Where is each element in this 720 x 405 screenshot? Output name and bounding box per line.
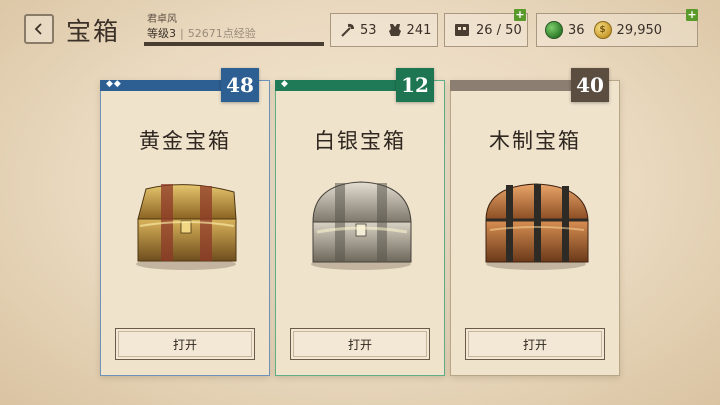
player-name: 君卓风 (147, 14, 177, 25)
gem-value: 36 (568, 22, 585, 38)
open-silver-chest-button[interactable]: 打开 (290, 328, 430, 360)
chest-title: 木制宝箱 (489, 129, 581, 153)
ore-icon (386, 21, 404, 39)
chest-count-badge: 48 (221, 68, 259, 102)
rarity-stripe (450, 80, 572, 91)
gold-chest-image (136, 184, 237, 270)
inventory-value: 26 / 50 (476, 22, 522, 38)
inventory-icon (453, 21, 471, 39)
back-button[interactable] (24, 14, 54, 44)
inventory-add-button[interactable]: + (514, 9, 526, 21)
axe-icon (339, 21, 357, 39)
chest-count-badge: 12 (396, 68, 434, 102)
chest-count-badge: 40 (571, 68, 609, 102)
gold-chest-card[interactable]: ◆◆ 48 黄金宝箱 打开 (100, 68, 270, 376)
chest-title: 白银宝箱 (314, 129, 406, 153)
currency-add-button[interactable]: + (686, 9, 698, 21)
rarity-diamonds: ◆ (281, 79, 289, 89)
gold-coin-icon: $ (593, 21, 612, 39)
ore-value: 241 (406, 22, 432, 38)
gem-icon (545, 21, 563, 39)
axe-value: 53 (360, 22, 377, 38)
currency-box[interactable]: 36 $ 29,950 (536, 13, 698, 47)
rarity-stripe (275, 80, 397, 91)
xp-text: 52671点经验 (187, 27, 256, 40)
top-bar: 宝箱 君卓风 等级3 | 52671点经验 53 241 26 / 50 + 3… (0, 0, 720, 56)
silver-chest-card[interactable]: ◆ 12 白银宝箱 打开 (275, 68, 445, 376)
rarity-diamonds: ◆◆ (106, 79, 122, 89)
chevron-left-icon (34, 23, 42, 35)
level-separator: | (180, 26, 184, 40)
page-title: 宝箱 (66, 17, 121, 46)
wooden-chest-card[interactable]: 40 木制宝箱 打开 (450, 68, 620, 376)
wooden-chest-image (485, 183, 589, 270)
open-wooden-chest-button[interactable]: 打开 (465, 328, 605, 360)
resource-box[interactable]: 53 241 (330, 13, 438, 47)
level-label: 等级3 (147, 27, 176, 40)
silver-chest-image (311, 181, 412, 270)
level-info: 等级3 | 52671点经验 (147, 25, 256, 41)
gold-value: 29,950 (616, 22, 663, 38)
chest-title: 黄金宝箱 (139, 129, 231, 153)
xp-bar (144, 42, 324, 46)
open-gold-chest-button[interactable]: 打开 (115, 328, 255, 360)
xp-bar-fill (144, 42, 324, 46)
